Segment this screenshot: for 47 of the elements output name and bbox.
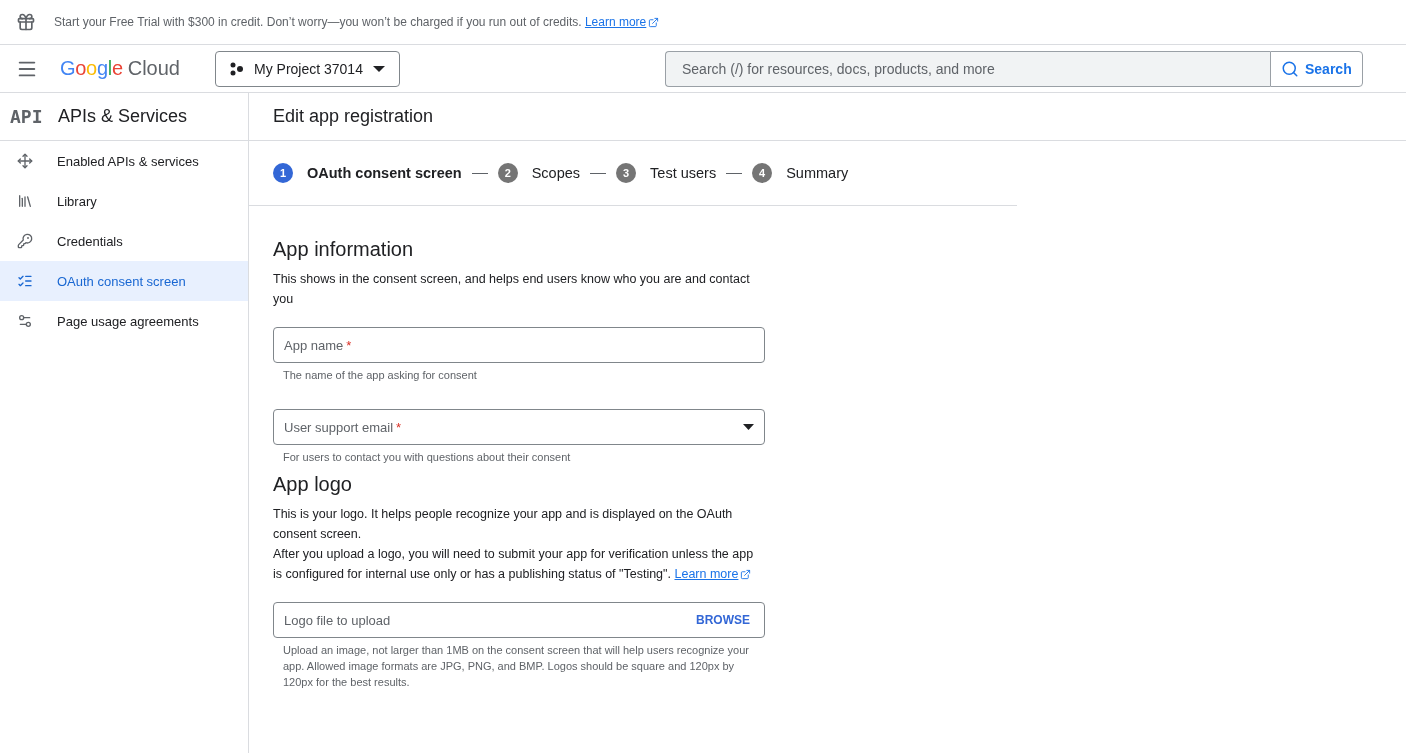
step[interactable]: 4 Summary [752,163,849,183]
api-label: API [10,106,42,127]
gift-icon [16,12,36,32]
section-description: This is your logo. It helps people recognize your app and is displayed on the OAuth consent screen. [273,506,734,543]
move-arrows-icon [17,153,33,169]
banner-text: Start your Free Trial with $300 in credit. Don’t worry—you won’t be charged if you run out of credits. Learn more [54,15,660,29]
section-description: This shows in the consent screen, and helps end users know who you are and contact you [273,271,751,308]
step[interactable]: 2 Scopes [497,163,581,183]
caret-icon [373,65,385,72]
browse-button[interactable]: BROWSE [692,613,754,627]
field-hint: For users to contact you with questions about their consent [282,450,572,465]
project-selector[interactable]: My Project 37014 [215,50,400,87]
sidebar-item[interactable]: OAuth consent screen [0,261,248,301]
books-icon [17,193,33,209]
search-icon [1281,59,1299,78]
sidebar-title: APIs & Services [58,106,188,127]
caret-icon [743,424,754,430]
sidebar-item[interactable]: Credentials [0,221,248,261]
step-number: 3 [616,163,637,183]
file-upload-field[interactable]: Logo file to upload BROWSE [273,602,765,638]
step[interactable]: 1 OAuth consent screen [273,163,462,183]
dropdown-field[interactable]: User support email * [273,409,765,445]
step-number: 1 [273,163,293,183]
section-description: After you upload a logo, you will need to submit your app for verification unless the app is configured for internal use only or has a publishing status of "Testing". Learn more [273,544,765,584]
section-title: App logo [273,473,353,496]
external-link-icon [740,568,752,580]
logo[interactable]: Google Cloud [60,57,180,80]
project-icon [230,61,244,76]
page-title: Edit app registration [273,106,434,127]
input-field[interactable]: App name * [273,327,765,363]
sliders-icon [17,313,33,329]
field-hint: The name of the app asking for consent [282,368,478,383]
step-number: 2 [497,163,518,183]
field-hint: Upload an image, not larger than 1MB on the consent screen that will help users recognize your app. Allowed image formats are JPG, PNG, and BMP. Logos should be square and 120px by 120px for the best results. [282,643,750,690]
key-icon [17,233,33,249]
sidebar-item[interactable]: Library [0,181,248,221]
section-title: App information [273,238,415,261]
learn-more-link[interactable]: Learn more [584,15,660,29]
step[interactable]: 3 Test users [616,163,717,183]
sidebar-item[interactable]: Enabled APIs & services [0,141,248,181]
learn-more-link[interactable]: Learn more [674,564,752,584]
search-button[interactable]: Search [1270,50,1363,87]
sidebar-item[interactable]: Page usage agreements [0,301,248,341]
external-link-icon [648,16,660,28]
step-number: 4 [752,163,773,183]
search-field[interactable]: Search (/) for resources, docs, products, and more [665,50,1270,87]
checklist-icon [17,273,33,289]
